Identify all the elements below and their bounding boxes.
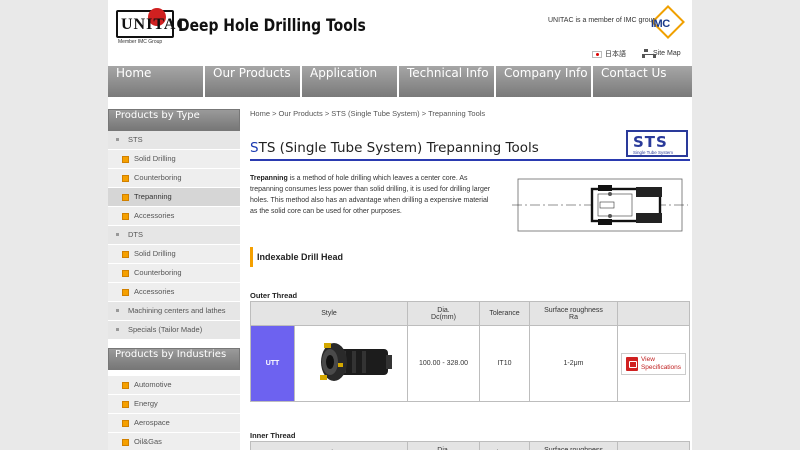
section-indexable-drill-head: Indexable Drill Head: [250, 247, 690, 267]
language-label: 日本語: [605, 51, 626, 58]
col-dia: Dia.Dc(mm): [407, 441, 480, 450]
language-link[interactable]: 日本語: [592, 49, 626, 59]
nav-home[interactable]: Home: [108, 66, 205, 97]
breadcrumb[interactable]: Home > Our Products > STS (Single Tube S…: [250, 109, 690, 118]
brand-title: Deep Hole Drilling Tools: [178, 16, 366, 36]
sidebar-item-energy[interactable]: Energy: [108, 395, 240, 414]
sidebar-item-sts-solid-drilling[interactable]: Solid Drilling: [108, 150, 240, 169]
sidebar-item-oil-gas[interactable]: Oil&Gas: [108, 433, 240, 450]
col-spec: [617, 441, 690, 450]
main-content: Home > Our Products > STS (Single Tube S…: [250, 109, 690, 450]
sidebar-item-dts-accessories[interactable]: Accessories: [108, 283, 240, 302]
table-header-row: Style Dia.Dc(mm) Tolerance Surface rough…: [250, 441, 690, 450]
member-text: UNITAC is a member of IMC group: [548, 17, 657, 24]
sidebar-item-sts[interactable]: STS: [108, 131, 240, 150]
col-surface-roughness: Surface roughnessRa: [529, 441, 618, 450]
sidebar-head-industries: Products by Industries: [108, 348, 240, 370]
style-code: UTT: [250, 325, 295, 402]
dia-value: 100.00 - 328.00: [407, 325, 480, 402]
description: Trepanning is a method of hole drilling …: [250, 175, 491, 215]
logo-subtitle: Member IMC Group: [118, 39, 163, 45]
sidebar-item-aerospace[interactable]: Aerospace: [108, 414, 240, 433]
nav-our-products[interactable]: Our Products: [205, 66, 302, 97]
col-surface-roughness: Surface roughnessRa: [529, 301, 618, 326]
trepanning-diagram: [512, 178, 688, 232]
sidebar-item-automotive[interactable]: Automotive: [108, 376, 240, 395]
sidebar-item-machining-centers[interactable]: Machining centers and lathes: [108, 302, 240, 321]
col-tolerance: Tolerance: [479, 441, 530, 450]
sitemap-link[interactable]: Site Map: [642, 49, 681, 58]
japan-flag-icon: [592, 50, 602, 58]
sidebar-item-sts-counterboring[interactable]: Counterboring: [108, 169, 240, 188]
spec-cell: View Specifications: [617, 325, 690, 402]
sidebar-head-type: Products by Type: [108, 109, 240, 131]
table-header-row: Style Dia.Dc(mm) Tolerance Surface rough…: [250, 301, 690, 326]
sidebar: Products by Type STS Solid Drilling Coun…: [108, 109, 240, 450]
imc-logo[interactable]: IMC: [648, 5, 688, 40]
sidebar-item-sts-accessories[interactable]: Accessories: [108, 207, 240, 226]
view-specifications-button[interactable]: View Specifications: [620, 352, 687, 375]
sidebar-item-sts-trepanning[interactable]: Trepanning: [108, 188, 240, 207]
col-style: Style: [250, 441, 408, 450]
outer-thread-table: Style Dia. Dc(mm) Tolerance Surface rough…: [250, 301, 690, 402]
main-nav: Home Our Products Application Technical …: [108, 66, 692, 97]
tolerance-value: IT10: [479, 325, 530, 402]
nav-contact-us[interactable]: Contact Us: [593, 66, 692, 97]
inner-thread-table: Style Dia.Dc(mm) Tolerance Surface rough…: [250, 441, 690, 450]
nav-technical-info[interactable]: Technical Info: [399, 66, 496, 97]
sidebar-item-dts-counterboring[interactable]: Counterboring: [108, 264, 240, 283]
sidebar-item-dts[interactable]: DTS: [108, 226, 240, 245]
roughness-value: 1-2μm: [529, 325, 618, 402]
unitac-logo[interactable]: UNITAC Member IMC Group: [116, 8, 188, 46]
col-dia: Dia.Dc(mm): [407, 301, 480, 326]
logo-mark: UNITAC: [116, 8, 188, 38]
sidebar-item-specials[interactable]: Specials (Tailor Made): [108, 321, 240, 340]
pdf-icon: [625, 356, 638, 371]
nav-application[interactable]: Application: [302, 66, 399, 97]
inner-thread-label: Inner Thread: [250, 431, 296, 440]
table-row: UTT 100.00 - 328.00 IT10 1-2μm View Spec…: [250, 325, 690, 402]
nav-company-info[interactable]: Company Info: [496, 66, 593, 97]
sts-badge: STS Single Tube System: [626, 130, 688, 157]
page: UNITAC Member IMC Group Deep Hole Drilli…: [108, 0, 692, 450]
sitemap-label: Site Map: [653, 49, 681, 57]
col-tolerance: Tolerance: [479, 301, 530, 326]
col-spec: [617, 301, 690, 326]
col-style: Style: [250, 301, 408, 326]
outer-thread-label: Outer Thread: [250, 291, 298, 300]
drill-head-image: [320, 342, 392, 381]
page-title: STS (Single Tube System) Trepanning Tool…: [250, 140, 539, 156]
sidebar-item-dts-solid-drilling[interactable]: Solid Drilling: [108, 245, 240, 264]
title-rule: [250, 159, 690, 161]
product-image-cell: [294, 325, 408, 402]
sitemap-icon: [642, 49, 656, 58]
